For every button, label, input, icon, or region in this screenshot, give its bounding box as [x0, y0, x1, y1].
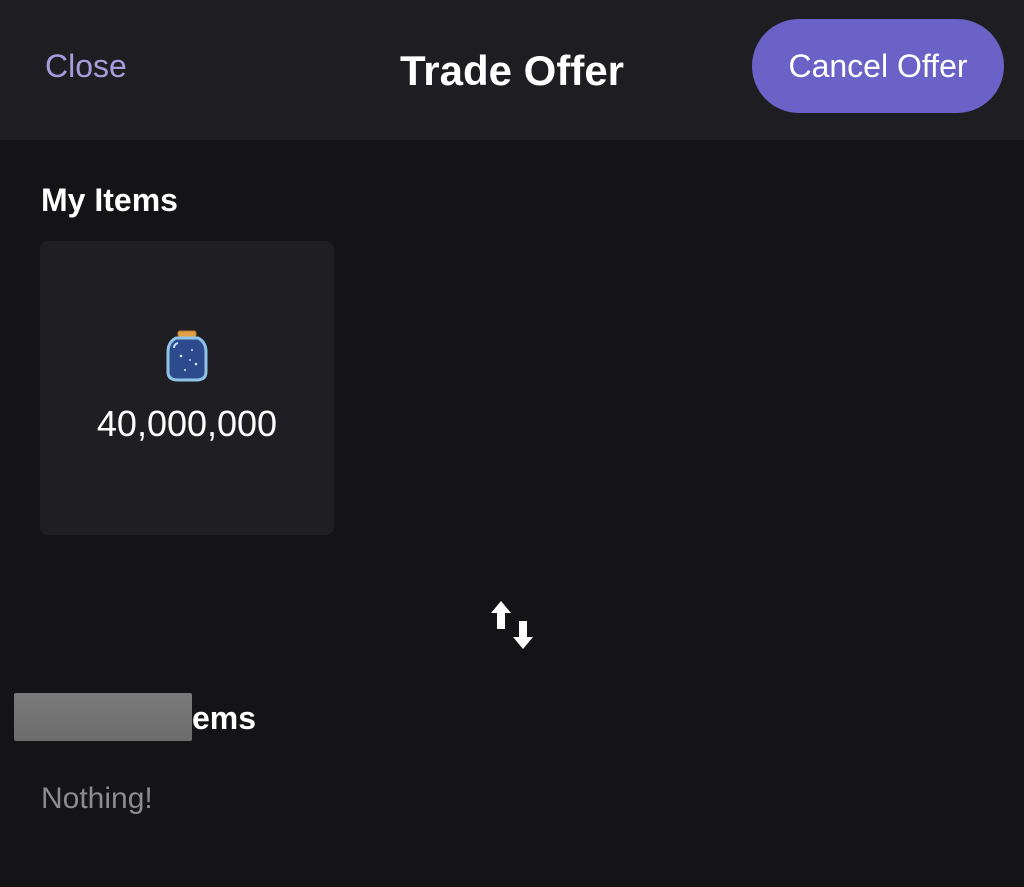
- swap-arrows-icon[interactable]: [489, 599, 535, 651]
- cancel-offer-button[interactable]: Cancel Offer: [752, 19, 1004, 113]
- their-items-heading: ems: [192, 700, 257, 736]
- item-card[interactable]: [40, 241, 334, 535]
- redacted-username: [14, 693, 192, 741]
- jar-icon: [166, 330, 208, 382]
- header-bar: Close Trade Offer Cancel Offer: [0, 0, 1024, 140]
- their-items-empty-text: Nothing!: [41, 782, 153, 815]
- item-quantity: 40,000,000: [96, 403, 278, 444]
- my-items-heading: My Items: [41, 182, 178, 218]
